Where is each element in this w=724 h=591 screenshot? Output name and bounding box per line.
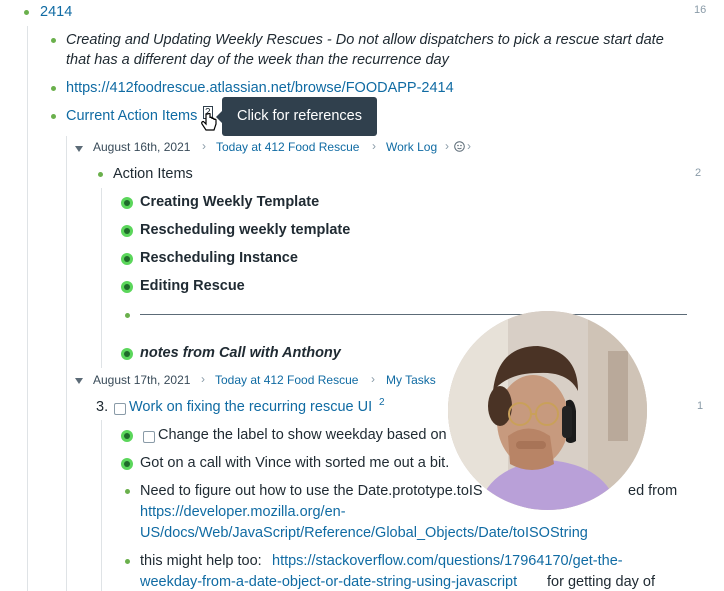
done-bullet-icon[interactable]: [121, 348, 133, 360]
collapse-chevron-icon[interactable]: [75, 378, 83, 384]
bullet[interactable]: [51, 86, 56, 91]
note-suffix[interactable]: for getting day of: [547, 574, 655, 590]
task-ref-count[interactable]: 2: [379, 397, 385, 408]
done-bullet-icon[interactable]: [121, 197, 133, 209]
description-text[interactable]: Creating and Updating Weekly Rescues - D…: [66, 32, 664, 48]
done-bullet-icon[interactable]: [121, 225, 133, 237]
page-title[interactable]: 2414: [40, 4, 72, 20]
bullet[interactable]: [125, 559, 130, 564]
task-checkbox[interactable]: [114, 403, 126, 415]
bullet[interactable]: [125, 489, 130, 494]
task-number: 3.: [96, 399, 109, 415]
task-reference-count[interactable]: 1: [697, 400, 703, 412]
action-item[interactable]: Editing Rescue: [140, 278, 245, 294]
action-item[interactable]: Rescheduling weekly template: [140, 222, 350, 238]
emoji-face-icon: [454, 141, 465, 152]
thread-line-refs: [66, 136, 67, 591]
done-bullet-icon[interactable]: [121, 281, 133, 293]
action-item[interactable]: Rescheduling Instance: [140, 250, 298, 266]
stackoverflow-link-line2[interactable]: weekday-from-a-date-object-or-date-strin…: [140, 574, 517, 590]
breadcrumb-today[interactable]: Today at 412 Food Rescue: [215, 373, 358, 387]
note-text[interactable]: Need to figure out how to use the Date.p…: [140, 483, 483, 499]
thread-line-action-items: [101, 188, 102, 368]
subtask-checkbox[interactable]: [143, 431, 155, 443]
webcam-person-image: [448, 311, 647, 510]
bullet[interactable]: [24, 10, 29, 15]
note-text-tail[interactable]: ed from: [628, 483, 677, 499]
bullet[interactable]: [98, 172, 103, 177]
current-action-items-link[interactable]: Current Action Items: [66, 108, 197, 124]
breadcrumb-separator: ›: [372, 139, 376, 153]
breadcrumb-mytasks[interactable]: My Tasks: [386, 373, 436, 387]
task-link[interactable]: Work on fixing the recurring rescue UI: [129, 399, 372, 415]
reference-count[interactable]: 16: [694, 4, 706, 16]
bullet[interactable]: [125, 313, 130, 318]
action-item[interactable]: Creating Weekly Template: [140, 194, 319, 210]
references-tooltip: Click for references: [216, 97, 377, 136]
thread-line-root: [27, 26, 28, 591]
bullet[interactable]: [51, 38, 56, 43]
breadcrumb-separator: ›: [371, 372, 375, 386]
breadcrumb-separator: ›: [201, 372, 205, 386]
note-text[interactable]: Got on a call with Vince with sorted me …: [140, 455, 449, 471]
description-text-line2[interactable]: that has a different day of the week tha…: [66, 52, 449, 68]
notes-heading[interactable]: notes from Call with Anthony: [140, 345, 341, 361]
thread-line-task: [101, 420, 102, 591]
breadcrumb-date[interactable]: August 16th, 2021: [93, 140, 190, 154]
breadcrumb-today[interactable]: Today at 412 Food Rescue: [216, 140, 359, 154]
done-bullet-icon[interactable]: [121, 458, 133, 470]
done-bullet-icon[interactable]: [121, 253, 133, 265]
breadcrumb-separator: ›: [445, 139, 449, 153]
done-bullet-icon[interactable]: [121, 430, 133, 442]
collapse-chevron-icon[interactable]: [75, 146, 83, 152]
breadcrumb-date[interactable]: August 17th, 2021: [93, 373, 190, 387]
stackoverflow-link[interactable]: https://stackoverflow.com/questions/1796…: [272, 553, 623, 569]
block-reference-count[interactable]: 2: [695, 167, 701, 179]
note-prefix[interactable]: this might help too:: [140, 553, 262, 569]
action-items-heading[interactable]: Action Items: [113, 166, 193, 182]
mdn-link-line2[interactable]: US/docs/Web/JavaScript/Reference/Global_…: [140, 525, 588, 541]
subtask-text[interactable]: Change the label to show weekday based o…: [158, 427, 447, 443]
breadcrumb-separator: ›: [467, 139, 471, 153]
jira-link[interactable]: https://412foodrescue.atlassian.net/brow…: [66, 80, 454, 96]
bullet[interactable]: [51, 114, 56, 119]
breadcrumb-separator: ›: [202, 139, 206, 153]
horizontal-rule: [140, 314, 687, 315]
webcam-overlay[interactable]: [448, 311, 647, 510]
breadcrumb-worklog[interactable]: Work Log: [386, 140, 437, 154]
mdn-link[interactable]: https://developer.mozilla.org/en-: [140, 504, 346, 520]
